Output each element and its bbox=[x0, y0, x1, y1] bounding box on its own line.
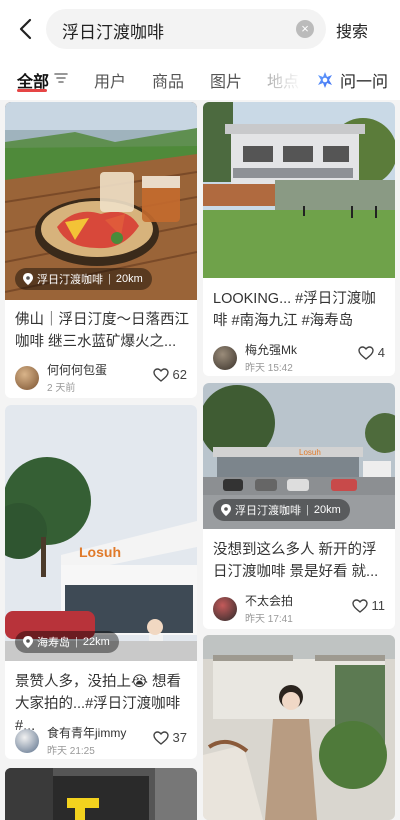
author-name: 食有青年jimmy bbox=[47, 726, 127, 740]
post-author[interactable]: 梅允强Mk 昨天 15:42 bbox=[213, 341, 297, 374]
post-title[interactable]: 没想到这么多人 新开的浮日汀渡咖啡 景是好看 就... bbox=[213, 539, 387, 583]
post-image[interactable]: Losuh bbox=[5, 405, 197, 661]
like-button[interactable]: 11 bbox=[351, 598, 386, 613]
post-card[interactable]: 浮日汀渡咖啡 | 20km 佛山｜浮日汀度～日落西江咖啡 继三水蓝矿爆火之...… bbox=[5, 102, 197, 398]
sparkle-icon bbox=[318, 72, 332, 88]
location-tag[interactable]: 海寿岛 | 22km bbox=[15, 631, 119, 653]
heart-icon bbox=[152, 730, 169, 745]
ask-button[interactable]: 问一问 bbox=[316, 68, 388, 92]
tab-images[interactable]: 图片 bbox=[210, 68, 242, 92]
avatar[interactable] bbox=[213, 345, 237, 370]
post-author[interactable]: 食有青年jimmy 昨天 21:25 bbox=[15, 724, 126, 757]
post-date: 2 天前 bbox=[47, 383, 76, 394]
location-distance: 22km bbox=[82, 636, 110, 648]
location-pin-icon bbox=[221, 504, 231, 516]
like-count: 11 bbox=[371, 598, 386, 613]
post-card[interactable]: Losuh 浮日汀渡咖啡 | 20km 没想到这么多人 新开的浮日汀渡咖啡 景是… bbox=[203, 383, 395, 629]
tab-bar: 全部 用户 商品 图片 地点 问一问 bbox=[0, 62, 400, 98]
avatar[interactable] bbox=[213, 596, 237, 621]
search-query: 浮日汀渡咖啡 bbox=[62, 23, 164, 42]
location-separator: | bbox=[306, 504, 309, 516]
location-separator: | bbox=[108, 273, 111, 285]
post-card[interactable]: LOOKING... #浮日汀渡咖啡 #南海九江 #海寿岛 梅允强Mk 昨天 1… bbox=[203, 102, 395, 376]
tab-active-indicator bbox=[17, 89, 47, 92]
post-title[interactable]: LOOKING... #浮日汀渡咖啡 #南海九江 #海寿岛 bbox=[213, 288, 387, 332]
post-card[interactable] bbox=[5, 768, 197, 820]
location-name: 浮日汀渡咖啡 bbox=[235, 505, 301, 517]
like-count: 4 bbox=[377, 345, 385, 360]
like-count: 62 bbox=[172, 367, 187, 382]
post-date: 昨天 15:42 bbox=[245, 363, 293, 374]
post-date: 昨天 17:41 bbox=[245, 614, 293, 625]
svg-text:Losuh: Losuh bbox=[79, 544, 121, 560]
clear-icon[interactable]: × bbox=[296, 20, 314, 38]
chevron-left-icon bbox=[19, 18, 32, 40]
like-count: 37 bbox=[172, 730, 187, 745]
location-name: 浮日汀渡咖啡 bbox=[37, 274, 103, 286]
post-image[interactable] bbox=[5, 768, 197, 820]
location-pin-icon bbox=[23, 636, 33, 648]
avatar[interactable] bbox=[15, 728, 39, 753]
author-name: 何何何包蛋 bbox=[47, 363, 108, 377]
author-name: 不太会拍 bbox=[245, 594, 294, 608]
search-input[interactable]: 浮日汀渡咖啡 × bbox=[46, 9, 326, 49]
avatar[interactable] bbox=[15, 365, 39, 390]
location-tag[interactable]: 浮日汀渡咖啡 | 20km bbox=[213, 499, 350, 521]
post-image[interactable] bbox=[203, 102, 395, 278]
author-name: 梅允强Mk bbox=[245, 343, 297, 357]
location-name: 海寿岛 bbox=[37, 637, 70, 649]
search-button[interactable]: 搜索 bbox=[336, 18, 368, 42]
tab-users[interactable]: 用户 bbox=[94, 68, 126, 92]
location-distance: 20km bbox=[115, 273, 143, 285]
location-distance: 20km bbox=[313, 504, 341, 516]
location-separator: | bbox=[75, 636, 78, 648]
post-author[interactable]: 不太会拍 昨天 17:41 bbox=[213, 592, 293, 625]
post-card[interactable] bbox=[203, 635, 395, 820]
location-pin-icon bbox=[23, 273, 33, 285]
svg-text:Losuh: Losuh bbox=[299, 448, 321, 457]
like-button[interactable]: 37 bbox=[152, 730, 187, 745]
like-button[interactable]: 4 bbox=[358, 345, 385, 360]
top-bar: 浮日汀渡咖啡 × 搜索 全部 用户 商品 图片 地点 问一问 bbox=[0, 0, 400, 100]
ask-label: 问一问 bbox=[340, 74, 389, 91]
post-image[interactable] bbox=[203, 635, 395, 820]
back-button[interactable] bbox=[10, 14, 40, 44]
post-date: 昨天 21:25 bbox=[47, 746, 95, 757]
post-title[interactable]: 佛山｜浮日汀度～日落西江咖啡 继三水蓝矿爆火之... bbox=[15, 309, 189, 353]
heart-icon bbox=[152, 367, 169, 382]
post-author[interactable]: 何何何包蛋 2 天前 bbox=[15, 361, 107, 394]
heart-icon bbox=[358, 345, 374, 360]
location-tag[interactable]: 浮日汀渡咖啡 | 20km bbox=[15, 268, 152, 290]
tab-products[interactable]: 商品 bbox=[152, 68, 184, 92]
filter-icon[interactable] bbox=[54, 71, 68, 85]
tab-fade bbox=[250, 62, 312, 98]
heart-icon bbox=[351, 598, 368, 613]
post-card[interactable]: Losuh 海寿岛 | 22km 景赞人多，没拍上😭 想看大家拍的...#浮日汀… bbox=[5, 405, 197, 759]
like-button[interactable]: 62 bbox=[152, 367, 187, 382]
